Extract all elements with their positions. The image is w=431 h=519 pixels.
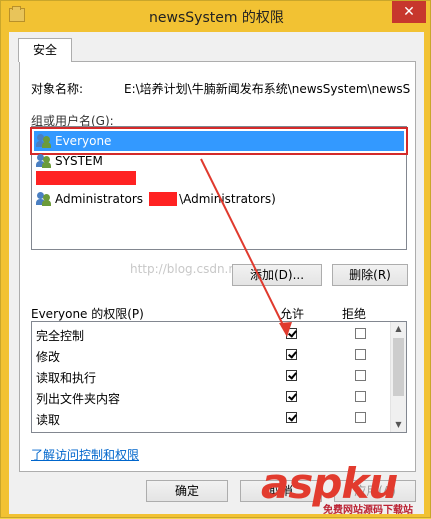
close-button[interactable]: ✕ xyxy=(392,1,426,23)
redaction-mark xyxy=(149,192,178,206)
brand-tagline: 免费网站源码下载站 xyxy=(323,505,413,516)
permission-name: 完全控制 xyxy=(36,329,85,343)
permission-name: 读取 xyxy=(36,413,61,427)
permission-row: 修改 xyxy=(32,345,392,366)
allow-checkbox[interactable] xyxy=(286,412,297,423)
object-name-label: 对象名称: xyxy=(31,82,84,96)
permission-name: 列出文件夹内容 xyxy=(36,392,121,406)
list-item-label: Everyone xyxy=(55,134,112,148)
help-link[interactable]: 了解访问控制和权限 xyxy=(31,446,139,463)
dialog-body: 安全 对象名称: E:\培养计划\牛腩新闻发布系统\newsSystem\new… xyxy=(9,32,424,514)
allow-checkbox[interactable] xyxy=(286,349,297,360)
deny-checkbox[interactable] xyxy=(355,349,366,360)
permission-row: 完全控制 xyxy=(32,324,392,345)
users-icon xyxy=(36,154,52,168)
permissions-list: 完全控制 修改 读取和执行 列出文件夹内容 读取 ▲ ▼ xyxy=(31,321,407,433)
security-panel: 对象名称: E:\培养计划\牛腩新闻发布系统\newsSystem\newsS … xyxy=(19,61,416,472)
permission-row: 读取和执行 xyxy=(32,366,392,387)
deny-column-header: 拒绝 xyxy=(342,307,367,321)
list-item-label: Administrators xyxy=(55,192,144,206)
scroll-up-icon[interactable]: ▲ xyxy=(391,322,406,336)
deny-checkbox[interactable] xyxy=(355,370,366,381)
window-title: newsSystem 的权限 xyxy=(149,10,284,26)
scroll-thumb[interactable] xyxy=(393,338,404,396)
remove-button[interactable]: 删除(R) xyxy=(332,264,408,286)
add-button[interactable]: 添加(D)... xyxy=(232,264,322,286)
groups-list[interactable]: Everyone SYSTEM Administrators \Administ… xyxy=(30,126,408,250)
ok-button[interactable]: 确定 xyxy=(146,480,228,502)
permissions-header: Everyone 的权限(P) xyxy=(31,307,144,321)
users-icon xyxy=(36,192,52,206)
list-item-everyone[interactable]: Everyone xyxy=(30,127,408,155)
list-item-administrators[interactable]: Administrators \Administrators) xyxy=(36,189,276,209)
tab-security[interactable]: 安全 xyxy=(18,38,72,62)
deny-checkbox[interactable] xyxy=(355,391,366,402)
redaction-mark xyxy=(36,171,136,185)
title-bar[interactable]: newsSystem 的权限 ✕ xyxy=(1,1,431,31)
allow-checkbox[interactable] xyxy=(286,370,297,381)
allow-checkbox[interactable] xyxy=(286,328,297,339)
deny-checkbox[interactable] xyxy=(355,412,366,423)
permission-name: 修改 xyxy=(36,350,61,364)
deny-checkbox[interactable] xyxy=(355,328,366,339)
permission-name: 读取和执行 xyxy=(36,371,97,385)
permissions-scrollbar[interactable]: ▲ ▼ xyxy=(390,322,406,432)
list-item-label-suffix: \Administrators) xyxy=(179,192,276,206)
object-name-value: E:\培养计划\牛腩新闻发布系统\newsSystem\newsS xyxy=(124,82,411,96)
allow-column-header: 允许 xyxy=(280,307,305,321)
users-icon xyxy=(36,134,52,148)
permission-row: 读取 xyxy=(32,408,392,429)
permissions-dialog: newsSystem 的权限 ✕ 安全 对象名称: E:\培养计划\牛腩新闻发布… xyxy=(0,0,431,518)
scroll-down-icon[interactable]: ▼ xyxy=(391,418,406,432)
permission-row: 列出文件夹内容 xyxy=(32,387,392,408)
allow-checkbox[interactable] xyxy=(286,391,297,402)
redacted-entry xyxy=(36,168,136,188)
